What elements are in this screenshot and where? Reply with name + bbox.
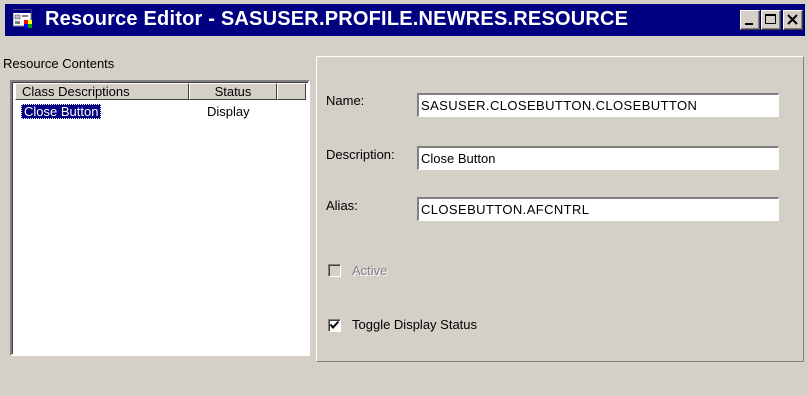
column-header-class-descriptions[interactable]: Class Descriptions bbox=[15, 83, 189, 100]
resource-editor-window: Resource Editor - SASUSER.PROFILE.NEWRES… bbox=[0, 0, 808, 396]
column-header-blank[interactable] bbox=[277, 83, 306, 100]
window-title: Resource Editor - SASUSER.PROFILE.NEWRES… bbox=[45, 8, 629, 30]
checkmark-icon bbox=[329, 320, 340, 330]
close-button[interactable] bbox=[783, 10, 803, 30]
list-item-description: Close Button bbox=[21, 104, 102, 119]
toggle-display-status-checkbox[interactable] bbox=[328, 319, 341, 332]
description-field[interactable]: Close Button bbox=[417, 146, 779, 170]
resource-contents-label: Resource Contents bbox=[3, 56, 115, 71]
resource-details-panel: Name: SASUSER.CLOSEBUTTON.CLOSEBUTTON De… bbox=[316, 56, 804, 362]
class-descriptions-list[interactable]: Class Descriptions Status Close Button D… bbox=[10, 80, 310, 356]
close-icon bbox=[787, 14, 798, 25]
column-header-status[interactable]: Status bbox=[189, 83, 277, 100]
maximize-button[interactable] bbox=[761, 10, 781, 30]
list-item-status: Display bbox=[207, 104, 250, 119]
active-checkbox[interactable] bbox=[328, 264, 341, 277]
title-bar[interactable]: Resource Editor - SASUSER.PROFILE.NEWRES… bbox=[5, 4, 805, 36]
minimize-button[interactable] bbox=[740, 10, 760, 30]
toggle-display-status-label: Toggle Display Status bbox=[352, 317, 478, 332]
resource-editor-app-icon[interactable] bbox=[12, 9, 35, 31]
alias-field[interactable]: CLOSEBUTTON.AFCNTRL bbox=[417, 197, 779, 221]
minimize-icon bbox=[745, 23, 753, 25]
maximize-icon bbox=[765, 14, 776, 24]
description-label: Description: bbox=[326, 147, 395, 162]
active-label: Active bbox=[352, 263, 388, 278]
alias-label: Alias: bbox=[326, 198, 358, 213]
list-item[interactable]: Close Button Display bbox=[19, 104, 309, 121]
name-field[interactable]: SASUSER.CLOSEBUTTON.CLOSEBUTTON bbox=[417, 93, 779, 117]
name-label: Name: bbox=[326, 93, 365, 108]
